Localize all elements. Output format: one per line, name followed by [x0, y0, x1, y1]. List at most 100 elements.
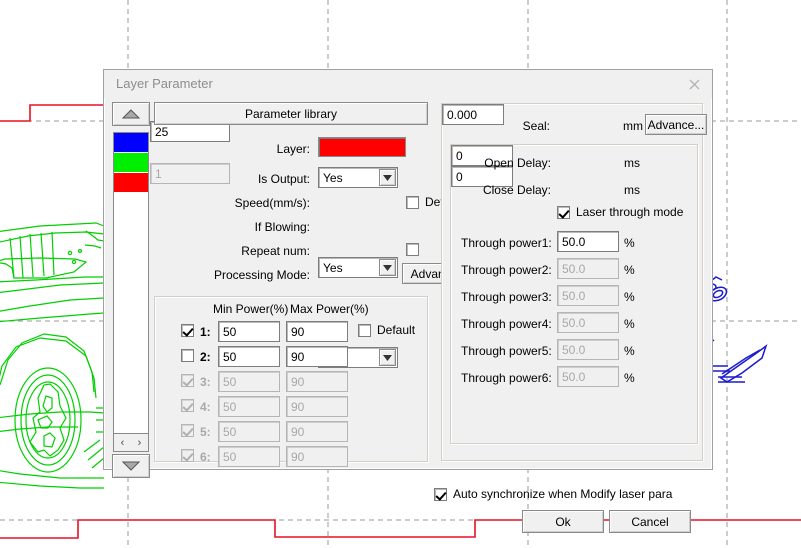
- layer-scroll-down-button[interactable]: [112, 454, 150, 478]
- seal-value: 0.000: [447, 107, 478, 122]
- through-power-unit: %: [624, 236, 635, 250]
- chevron-right-icon[interactable]: ›: [138, 437, 142, 449]
- speed-label: Speed(mm/s):: [234, 196, 310, 210]
- power-row-index: 6:: [200, 450, 211, 464]
- chevron-down-icon[interactable]: [379, 169, 396, 186]
- repeat-num-default-checkbox-row[interactable]: [406, 243, 419, 256]
- through-power-label: Through power4:: [461, 317, 552, 331]
- laser-groupbox-outer: Seal: 0.000 mm Advance... Open Delay: 0 …: [441, 103, 707, 461]
- layer-swatch-blue[interactable]: [114, 133, 148, 153]
- power-row-index: 2:: [200, 350, 211, 364]
- through-power-input[interactable]: 50.0: [557, 312, 619, 333]
- through-power-unit: %: [624, 290, 635, 304]
- max-power-input[interactable]: 90: [286, 346, 348, 367]
- layer-list-hscroll[interactable]: ‹ ›: [113, 434, 149, 452]
- seal-advance-button[interactable]: Advance...: [645, 114, 707, 135]
- auto-sync-checkbox[interactable]: [434, 487, 447, 501]
- layer-swatch-red[interactable]: [114, 173, 148, 193]
- open-delay-unit: ms: [624, 156, 640, 170]
- through-power-label: Through power2:: [461, 263, 552, 277]
- repeat-num-default-checkbox[interactable]: [406, 243, 419, 256]
- power-row-checkbox[interactable]: [181, 324, 194, 337]
- max-power-input[interactable]: 90: [286, 321, 348, 342]
- layer-color-list[interactable]: [113, 132, 149, 434]
- through-power-label: Through power5:: [461, 344, 552, 358]
- power-row-checkbox[interactable]: [181, 349, 194, 362]
- through-power-input[interactable]: 50.0: [557, 366, 619, 387]
- laser-through-mode-checkbox[interactable]: [557, 205, 570, 219]
- repeat-num-value: 1: [155, 166, 162, 181]
- laser-delay-groupbox: Open Delay: 0 ms Close Delay: 0 ms Laser…: [450, 144, 698, 444]
- min-power-input[interactable]: 50: [218, 446, 280, 467]
- if-blowing-label: If Blowing:: [254, 220, 310, 234]
- layer-parameter-dialog[interactable]: Layer Parameter ‹ › Parameter library La…: [103, 69, 713, 533]
- min-power-input[interactable]: 50: [218, 346, 280, 367]
- through-power-input[interactable]: 50.0: [557, 258, 619, 279]
- power-row-checkbox[interactable]: [181, 449, 194, 462]
- chevron-left-icon[interactable]: ‹: [121, 437, 125, 449]
- repeat-num-label: Repeat num:: [241, 244, 310, 258]
- min-power-input[interactable]: 50: [218, 371, 280, 392]
- through-power-label: Through power3:: [461, 290, 552, 304]
- power-row-index: 3:: [200, 375, 211, 389]
- power-row-checkbox[interactable]: [181, 374, 194, 387]
- speed-value: 25: [155, 124, 169, 139]
- seal-label: Seal:: [522, 119, 550, 133]
- through-power-input[interactable]: 50.0: [557, 231, 619, 252]
- auto-sync-checkbox-row[interactable]: Auto synchronize when Modify laser para: [434, 487, 672, 501]
- close-delay-label: Close Delay:: [482, 183, 551, 197]
- power-row-index: 4:: [200, 400, 211, 414]
- laser-through-mode-label: Laser through mode: [576, 205, 684, 219]
- power-default-label: Default: [377, 323, 416, 337]
- is-output-select[interactable]: Yes: [318, 167, 398, 188]
- speed-default-checkbox[interactable]: [406, 195, 419, 209]
- min-power-input[interactable]: 50: [218, 396, 280, 417]
- parameter-library-button[interactable]: Parameter library: [154, 102, 428, 125]
- through-power-unit: %: [624, 317, 635, 331]
- power-default-checkbox-row[interactable]: Default: [358, 323, 415, 337]
- if-blowing-select[interactable]: Yes: [318, 257, 398, 278]
- left-parameter-panel: Parameter library Layer: Is Output: Yes …: [150, 100, 476, 468]
- through-power-unit: %: [624, 371, 635, 385]
- power-row-checkbox[interactable]: [181, 424, 194, 437]
- max-power-input[interactable]: 90: [286, 371, 348, 392]
- max-power-input[interactable]: 90: [286, 421, 348, 442]
- layer-swatch-green[interactable]: [114, 153, 148, 173]
- power-default-checkbox[interactable]: [358, 323, 371, 337]
- right-parameter-panel: Seal: 0.000 mm Advance... Open Delay: 0 …: [441, 100, 707, 468]
- power-row-index: 5:: [200, 425, 211, 439]
- through-power-input[interactable]: 50.0: [557, 285, 619, 306]
- cancel-button[interactable]: Cancel: [609, 510, 691, 533]
- is-output-value: Yes: [323, 170, 343, 185]
- min-power-input[interactable]: 50: [218, 321, 280, 342]
- dialog-title: Layer Parameter: [116, 76, 213, 91]
- power-groupbox: Min Power(%) Max Power(%) Default 1: 50 90…: [154, 296, 428, 467]
- through-power-unit: %: [624, 344, 635, 358]
- through-power-input[interactable]: 50.0: [557, 339, 619, 360]
- power-row-checkbox[interactable]: [181, 399, 194, 412]
- max-power-input[interactable]: 90: [286, 396, 348, 417]
- layer-scroll-up-button[interactable]: [112, 102, 150, 126]
- chevron-down-icon[interactable]: [379, 259, 396, 276]
- close-delay-unit: ms: [624, 183, 640, 197]
- through-power-label: Through power6:: [461, 371, 552, 385]
- ok-button[interactable]: Ok: [522, 510, 604, 533]
- min-power-input[interactable]: 50: [218, 421, 280, 442]
- through-power-label: Through power1:: [461, 236, 552, 250]
- close-delay-value: 0: [456, 169, 463, 184]
- seal-unit: mm: [623, 119, 643, 133]
- layer-color-swatch[interactable]: [318, 137, 406, 157]
- power-row-index: 1:: [200, 325, 211, 339]
- layer-label: Layer:: [276, 142, 310, 156]
- close-icon[interactable]: [684, 75, 704, 93]
- min-power-header: Min Power(%): [213, 302, 289, 316]
- auto-sync-label: Auto synchronize when Modify laser para: [453, 487, 673, 501]
- through-power-unit: %: [624, 263, 635, 277]
- max-power-header: Max Power(%): [290, 302, 369, 316]
- is-output-label: Is Output:: [257, 172, 310, 186]
- laser-through-mode-checkbox-row[interactable]: Laser through mode: [557, 205, 683, 219]
- max-power-input[interactable]: 90: [286, 446, 348, 467]
- dialog-titlebar[interactable]: Layer Parameter: [104, 70, 712, 98]
- layer-strip[interactable]: ‹ ›: [112, 102, 152, 478]
- processing-mode-label: Processing Mode:: [213, 268, 310, 282]
